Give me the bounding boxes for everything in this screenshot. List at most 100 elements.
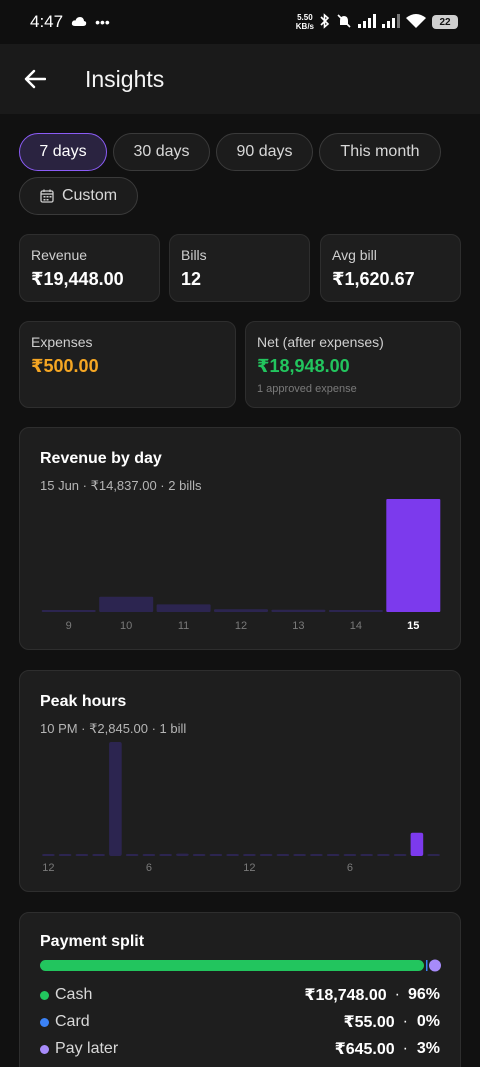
x-tick-label: 13 bbox=[292, 620, 304, 632]
stat-card-expenses: Expenses ₹500.00 bbox=[19, 321, 236, 408]
cash-dot-icon bbox=[40, 990, 49, 1000]
bar-21 bbox=[393, 854, 407, 856]
payment-percent: 96% bbox=[407, 986, 440, 1003]
payment-method-name: Cash bbox=[55, 986, 93, 1003]
x-tick-label: 12 bbox=[42, 862, 54, 874]
cloud-icon bbox=[71, 12, 87, 32]
split-segment-pay-later bbox=[429, 959, 441, 972]
filter-chip-label: 90 days bbox=[236, 143, 293, 160]
bar-3 bbox=[92, 854, 105, 856]
payment-split-bar bbox=[40, 959, 441, 972]
x-tick-label: 15 bbox=[407, 620, 419, 632]
bar-13 bbox=[259, 854, 273, 856]
bar-11 bbox=[156, 604, 211, 612]
bar-17 bbox=[326, 854, 340, 856]
stat-value: ₹500.00 bbox=[31, 356, 99, 376]
payment-row-cash: Cash ₹18,748.00 · 96% bbox=[40, 983, 440, 1007]
bar-13 bbox=[271, 609, 326, 612]
bar-22 bbox=[410, 832, 424, 856]
bar-10 bbox=[99, 596, 154, 612]
x-tick-label: 12 bbox=[235, 620, 247, 632]
app-bar: Insights bbox=[0, 44, 480, 114]
signal-icon-2 bbox=[382, 13, 400, 31]
filter-chip-7-days[interactable]: 7 days bbox=[19, 133, 107, 171]
x-tick-label: 9 bbox=[66, 620, 72, 632]
x-tick-label: 6 bbox=[146, 862, 152, 874]
card-dot-icon bbox=[40, 1017, 49, 1027]
separator: · bbox=[402, 1040, 408, 1057]
status-bar: 4:47 ••• 5.50 KB/s 22 bbox=[0, 0, 480, 44]
arrow-left-icon bbox=[24, 69, 46, 89]
bar-6 bbox=[142, 854, 156, 856]
mute-icon bbox=[336, 13, 352, 32]
payment-method-name: Card bbox=[55, 1013, 90, 1030]
stat-card-bills: Bills 12 bbox=[169, 234, 310, 302]
filter-chip-label: Custom bbox=[61, 187, 118, 204]
bar-12 bbox=[243, 854, 256, 856]
bar-11 bbox=[226, 854, 239, 856]
bar-23 bbox=[427, 854, 440, 856]
chart-title: Payment split bbox=[40, 933, 145, 950]
stat-value: ₹19,448.00 bbox=[31, 269, 124, 289]
battery-indicator: 22 bbox=[432, 15, 458, 29]
x-tick-label: 14 bbox=[350, 620, 362, 632]
stat-value: 12 bbox=[181, 269, 202, 289]
bar-14 bbox=[276, 854, 290, 856]
bar-0 bbox=[42, 854, 55, 856]
bluetooth-icon bbox=[320, 12, 330, 32]
stat-value: ₹18,948.00 bbox=[257, 356, 350, 376]
stat-card-avg-bill: Avg bill ₹1,620.67 bbox=[320, 234, 461, 302]
filter-chip-90-days[interactable]: 90 days bbox=[216, 133, 313, 171]
bar-20 bbox=[377, 854, 390, 856]
revenue-by-day-card: Revenue by day 15 Jun · ₹14,837.00 · 2 b… bbox=[19, 427, 461, 650]
filter-chip-this-month[interactable]: This month bbox=[319, 133, 441, 171]
payment-amount: ₹18,748.00 bbox=[304, 987, 387, 1004]
bar-18 bbox=[343, 854, 357, 856]
network-speed-unit: KB/s bbox=[295, 22, 314, 31]
split-segment-cash bbox=[40, 960, 424, 971]
peak-hours-chart: 12 6 12 6 bbox=[42, 742, 440, 874]
bar-12 bbox=[214, 609, 268, 612]
wifi-icon bbox=[406, 13, 426, 31]
split-segment-card bbox=[426, 960, 428, 971]
bar-19 bbox=[360, 854, 373, 856]
filter-chip-custom[interactable]: Custom bbox=[19, 177, 138, 215]
calendar-icon bbox=[40, 189, 54, 203]
insights-content: 7 days 30 days 90 days This month Custom… bbox=[0, 114, 480, 1067]
page-title: Insights bbox=[85, 65, 165, 92]
stat-card-revenue: Revenue ₹19,448.00 bbox=[19, 234, 160, 302]
bar-16 bbox=[310, 854, 323, 856]
stat-label: Bills bbox=[181, 247, 207, 263]
bar-9 bbox=[192, 854, 206, 856]
filter-chip-label: This month bbox=[340, 143, 420, 160]
pay-later-dot-icon bbox=[40, 1044, 49, 1054]
stat-label: Expenses bbox=[31, 334, 93, 350]
bar-15 bbox=[293, 854, 306, 856]
stat-label: Revenue bbox=[31, 247, 88, 263]
network-speed: 5.50 KB/s bbox=[296, 13, 314, 31]
bar-2 bbox=[75, 854, 89, 856]
bar-15 bbox=[386, 499, 441, 612]
bar-7 bbox=[159, 854, 172, 856]
x-tick-label: 6 bbox=[347, 862, 353, 874]
more-notifications-icon: ••• bbox=[95, 14, 110, 30]
separator: · bbox=[402, 1013, 408, 1030]
filter-chip-label: 7 days bbox=[39, 143, 87, 160]
filter-chip-30-days[interactable]: 30 days bbox=[113, 133, 210, 171]
payment-amount: ₹645.00 bbox=[334, 1041, 395, 1058]
bar-9 bbox=[41, 610, 96, 612]
bar-8 bbox=[176, 853, 189, 856]
bar-5 bbox=[125, 854, 139, 856]
filter-chip-label: 30 days bbox=[133, 143, 190, 160]
bar-10 bbox=[209, 854, 223, 856]
payment-percent: 0% bbox=[416, 1013, 440, 1030]
payment-row-pay-later: Pay later ₹645.00 · 3% bbox=[40, 1037, 440, 1061]
stat-note: 1 approved expense bbox=[257, 383, 357, 395]
stat-card-net: Net (after expenses) ₹18,948.00 1 approv… bbox=[245, 321, 461, 408]
status-time: 4:47 bbox=[30, 12, 64, 31]
bar-4 bbox=[109, 742, 122, 856]
back-button[interactable] bbox=[0, 44, 70, 114]
stat-value: ₹1,620.67 bbox=[332, 269, 415, 289]
payment-percent: 3% bbox=[416, 1040, 440, 1057]
payment-method-name: Pay later bbox=[55, 1040, 119, 1057]
